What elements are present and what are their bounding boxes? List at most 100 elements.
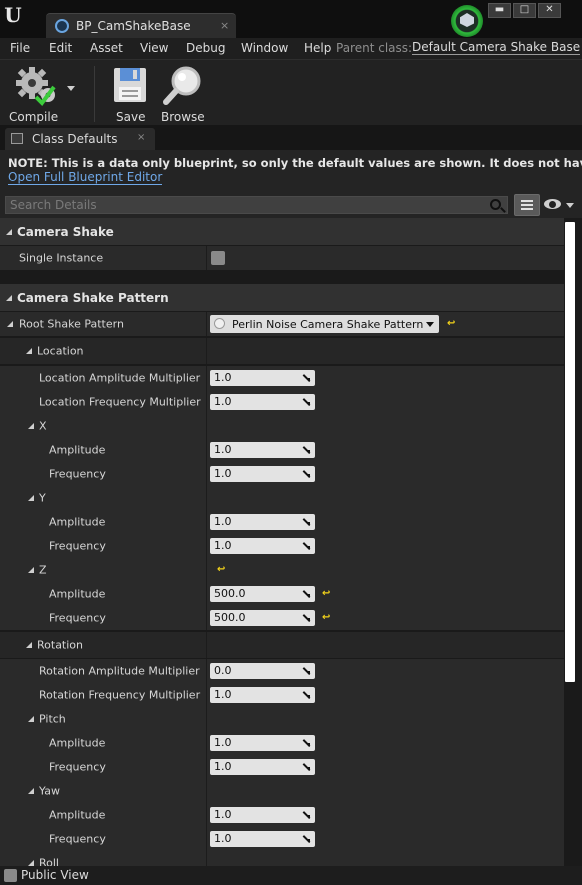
search-icon — [490, 199, 501, 210]
pitch-amplitude-field[interactable]: 1.0 — [210, 735, 315, 751]
property-label: Root Shake Pattern — [19, 317, 124, 331]
yaw-amplitude-field[interactable]: 1.0 — [210, 807, 315, 823]
group-pitch[interactable]: Pitch — [0, 707, 564, 731]
group-label: X — [39, 419, 47, 433]
parent-class-label: Parent class: — [336, 41, 413, 55]
group-x[interactable]: X — [0, 414, 564, 438]
property-row-x-amplitude: Amplitude 1.0 — [0, 438, 564, 462]
reset-to-default-icon[interactable]: ↩ — [322, 613, 331, 623]
public-view-checkbox[interactable] — [4, 869, 17, 882]
z-frequency-field[interactable]: 500.0 — [210, 610, 315, 626]
tab-close-icon[interactable]: × — [137, 132, 145, 143]
scrollbar-thumb[interactable] — [565, 222, 575, 682]
tab-class-defaults-label: Class Defaults — [32, 132, 118, 146]
expand-triangle-icon[interactable] — [7, 321, 13, 327]
document-tab-label: BP_CamShakeBase — [76, 19, 191, 33]
location-frequency-multiplier-field[interactable]: 1.0 — [210, 394, 315, 410]
root-shake-pattern-dropdown[interactable]: Perlin Noise Camera Shake Pattern — [210, 315, 439, 333]
document-tab[interactable]: BP_CamShakeBase × — [46, 13, 236, 38]
property-label: Single Instance — [19, 251, 104, 265]
property-label: Frequency — [49, 539, 106, 553]
property-label: Amplitude — [49, 587, 106, 601]
browse-magnifier-icon — [163, 66, 201, 105]
menu-edit[interactable]: Edit — [49, 41, 72, 55]
menu-help[interactable]: Help — [304, 41, 331, 55]
group-label: Yaw — [39, 784, 60, 798]
compile-icon — [16, 67, 56, 107]
rotation-amplitude-multiplier-field[interactable]: 0.0 — [210, 663, 315, 679]
compile-label: Compile — [9, 110, 59, 124]
menu-file[interactable]: File — [10, 41, 30, 55]
rotation-frequency-multiplier-field[interactable]: 1.0 — [210, 687, 315, 703]
category-camera-shake-pattern[interactable]: Camera Shake Pattern — [0, 284, 564, 311]
property-label: Amplitude — [49, 443, 106, 457]
group-roll[interactable]: Roll — [0, 851, 564, 866]
reset-to-default-icon[interactable]: ↩ — [217, 565, 226, 575]
expand-triangle-icon — [28, 495, 34, 501]
menu-asset[interactable]: Asset — [90, 41, 123, 55]
y-frequency-field[interactable]: 1.0 — [210, 538, 315, 554]
group-rotation[interactable]: Rotation — [0, 632, 564, 658]
menu-window[interactable]: Window — [241, 41, 288, 55]
x-amplitude-field[interactable]: 1.0 — [210, 442, 315, 458]
x-frequency-field[interactable]: 1.0 — [210, 466, 315, 482]
group-yaw[interactable]: Yaw — [0, 779, 564, 803]
chevron-down-icon — [426, 322, 434, 327]
expand-triangle-icon — [28, 716, 34, 722]
close-button[interactable]: ✕ — [538, 3, 561, 18]
z-amplitude-field[interactable]: 500.0 — [210, 586, 315, 602]
property-label: Rotation Frequency Multiplier — [39, 688, 201, 702]
details-search-row — [0, 192, 582, 218]
tab-class-defaults[interactable]: Class Defaults × — [5, 128, 155, 150]
minimize-button[interactable]: ▬ — [488, 3, 511, 18]
search-input[interactable] — [10, 198, 480, 212]
pitch-frequency-field[interactable]: 1.0 — [210, 759, 315, 775]
expand-triangle-icon — [26, 642, 32, 648]
compile-options-chevron-down-icon[interactable] — [67, 86, 75, 91]
parent-class-link[interactable]: Default Camera Shake Base — [412, 41, 581, 55]
location-amplitude-multiplier-field[interactable]: 1.0 — [210, 370, 315, 386]
group-y[interactable]: Y — [0, 486, 564, 510]
single-instance-checkbox[interactable] — [211, 251, 225, 265]
property-row-root-shake-pattern: Root Shake Pattern Perlin Noise Camera S… — [0, 312, 564, 336]
dropdown-selected-value: Perlin Noise Camera Shake Pattern — [232, 318, 424, 331]
unreal-logo-icon: U — [4, 3, 22, 27]
view-options-eye-icon[interactable] — [544, 198, 562, 210]
view-options-chevron-down-icon[interactable] — [566, 203, 574, 208]
property-label: Frequency — [49, 467, 106, 481]
property-row-single-instance: Single Instance — [0, 246, 564, 270]
property-row-location-amplitude-multiplier: Location Amplitude Multiplier 1.0 — [0, 366, 564, 390]
y-amplitude-field[interactable]: 1.0 — [210, 514, 315, 530]
compile-button[interactable]: Compile — [8, 65, 68, 127]
reset-to-default-icon[interactable]: ↩ — [447, 319, 456, 329]
property-row-pitch-amplitude: Amplitude 1.0 — [0, 731, 564, 755]
browse-button[interactable]: Browse — [160, 65, 206, 127]
data-only-note-text: NOTE: This is a data only blueprint, so … — [8, 156, 582, 170]
property-row-x-frequency: Frequency 1.0 — [0, 462, 564, 486]
open-full-editor-link[interactable]: Open Full Blueprint Editor — [8, 171, 163, 185]
property-row-rotation-amplitude-multiplier: Rotation Amplitude Multiplier 0.0 — [0, 659, 564, 683]
category-label: Camera Shake Pattern — [17, 290, 169, 305]
group-location[interactable]: Location — [0, 338, 564, 364]
expand-triangle-icon — [28, 423, 34, 429]
reset-to-default-icon[interactable]: ↩ — [322, 589, 331, 599]
expand-triangle-icon — [28, 567, 34, 573]
menu-view[interactable]: View — [140, 41, 168, 55]
save-button[interactable]: Save — [110, 65, 150, 127]
yaw-frequency-field[interactable]: 1.0 — [210, 831, 315, 847]
group-label: Pitch — [39, 712, 66, 726]
menu-debug[interactable]: Debug — [186, 41, 225, 55]
property-label: Frequency — [49, 832, 106, 846]
group-z[interactable]: Z ↩ — [0, 558, 564, 582]
footer-bar: Public View — [0, 866, 582, 885]
maximize-button[interactable]: □ — [513, 3, 536, 18]
property-row-location-frequency-multiplier: Location Frequency Multiplier 1.0 — [0, 390, 564, 414]
search-box — [5, 196, 508, 214]
group-label: Y — [39, 491, 46, 505]
property-matrix-button[interactable] — [514, 194, 540, 216]
expand-triangle-icon — [6, 228, 12, 235]
save-icon — [114, 68, 146, 102]
category-camera-shake[interactable]: Camera Shake — [0, 218, 564, 245]
tab-close-icon[interactable]: × — [220, 19, 229, 32]
public-view-label: Public View — [21, 868, 89, 882]
